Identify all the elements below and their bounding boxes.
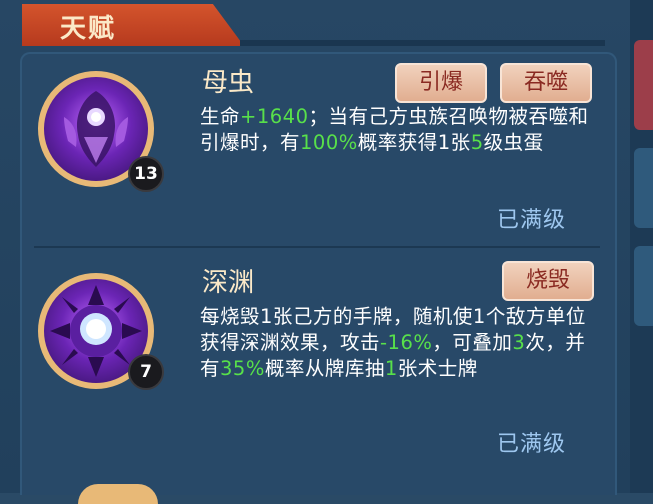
talent-name: 母虫	[202, 68, 255, 98]
talent-level-badge: 13	[128, 156, 164, 192]
highlight-value: 1	[384, 357, 398, 380]
next-talent-icon-partial	[78, 484, 158, 504]
talent-name: 深渊	[202, 268, 255, 298]
max-level-status: 已满级	[497, 432, 567, 457]
title-underline	[240, 40, 605, 46]
highlight-value: -16%	[380, 331, 433, 354]
description-text: ，可叠加	[432, 331, 513, 354]
talent-divider	[34, 246, 600, 248]
highlight-value: 35%	[220, 357, 265, 380]
devour-button[interactable]: 吞噬	[500, 63, 592, 103]
talent-description: 生命+1640；当有己方虫族召唤物被吞噬和引爆时，有100%概率获得1张5级虫蛋	[200, 104, 600, 156]
panel-title: 天赋	[60, 14, 117, 44]
description-text: 级虫蛋	[483, 131, 544, 154]
side-tab[interactable]	[634, 246, 653, 326]
highlight-value: 100%	[300, 131, 358, 154]
description-text: 张术士牌	[397, 357, 478, 380]
talent-description: 每烧毁1张己方的手牌，随机使1个敌方单位获得深渊效果，攻击-16%，可叠加3次，…	[200, 304, 600, 382]
panel-title-bar	[22, 4, 244, 46]
detonate-button[interactable]: 引爆	[395, 63, 487, 103]
side-tab-active[interactable]	[634, 40, 653, 130]
max-level-status: 已满级	[497, 208, 567, 233]
description-text: 概率获得1张	[357, 131, 471, 154]
highlight-value: 3	[512, 331, 526, 354]
talent-level-badge: 7	[128, 354, 164, 390]
burn-button[interactable]: 烧毁	[502, 261, 594, 301]
highlight-value: +1640	[240, 105, 309, 128]
description-text: 概率从牌库抽	[264, 357, 385, 380]
highlight-value: 5	[470, 131, 484, 154]
side-tab[interactable]	[634, 148, 653, 228]
description-text: 生命	[200, 105, 241, 128]
